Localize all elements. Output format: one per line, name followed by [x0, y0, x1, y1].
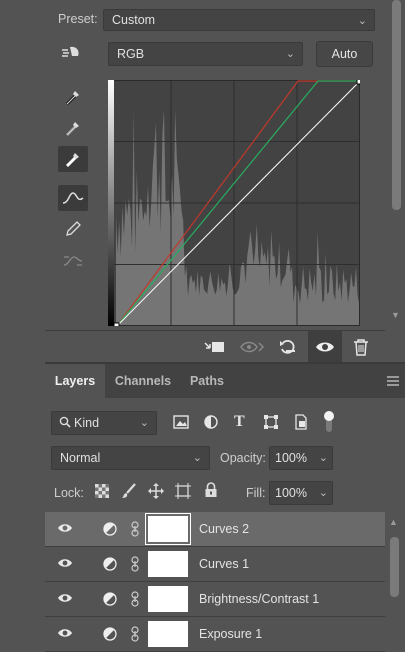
layer-row[interactable]: Exposure 1: [45, 617, 385, 652]
layer-row[interactable]: Curves 1: [45, 547, 385, 582]
layer-mask-thumbnail[interactable]: [148, 621, 188, 647]
curves-adjustment-icon: [103, 592, 117, 609]
link-icon[interactable]: [131, 626, 139, 645]
view-previous-state-icon[interactable]: [239, 336, 265, 358]
white-point-handle: [356, 80, 360, 85]
layer-name: Curves 1: [199, 557, 250, 571]
opacity-field[interactable]: 100% ⌄: [269, 446, 333, 470]
layers-panel: Layers Channels Paths Kind ⌄ T Normal ⌄ …: [45, 362, 405, 652]
fill-value: 100%: [275, 486, 307, 500]
layer-name: Curves 2: [199, 522, 250, 536]
pixel-layer-filter-icon[interactable]: [173, 415, 189, 432]
reset-icon[interactable]: [275, 336, 301, 358]
preset-value: Custom: [112, 13, 156, 27]
filter-toggle-icon[interactable]: [323, 410, 335, 437]
layer-mask-thumbnail[interactable]: [145, 513, 191, 545]
fill-label: Fill:: [246, 486, 266, 500]
channel-dropdown[interactable]: RGB ⌄: [108, 42, 303, 66]
lock-label: Lock:: [54, 486, 84, 500]
preset-label: Preset:: [58, 12, 98, 26]
filter-kind-value: Kind: [74, 416, 100, 430]
white-point-eyedropper-icon[interactable]: [58, 146, 88, 172]
opacity-value: 100%: [275, 451, 307, 465]
panel-menu-icon[interactable]: [387, 375, 399, 389]
properties-scrollbar[interactable]: ▲ ▼: [389, 0, 403, 322]
layer-list: Curves 2 Curves 1 Brightness/Contrast 1 Exp…: [45, 512, 385, 652]
blend-mode-dropdown[interactable]: Normal ⌄: [51, 446, 210, 470]
properties-footer: [45, 330, 385, 363]
layers-tab-bar: Layers Channels Paths: [45, 364, 405, 398]
curves-adjustment-icon: [103, 522, 117, 539]
pencil-icon[interactable]: [58, 216, 88, 242]
left-gutter: [0, 0, 45, 648]
chevron-down-icon[interactable]: ⌄: [319, 451, 328, 464]
link-icon[interactable]: [131, 591, 139, 610]
chevron-down-icon: ⌄: [357, 15, 367, 27]
chevron-down-icon: ⌄: [139, 417, 149, 429]
targeted-adjustment-icon[interactable]: [57, 40, 87, 66]
type-layer-filter-icon[interactable]: T: [234, 413, 245, 431]
chevron-down-icon: ⌄: [192, 452, 202, 464]
blend-mode-value: Normal: [60, 451, 101, 465]
layer-row[interactable]: Brightness/Contrast 1: [45, 582, 385, 617]
filter-kind-dropdown[interactable]: Kind ⌄: [51, 411, 157, 435]
adjustment-layer-filter-icon[interactable]: [204, 415, 218, 432]
tab-paths[interactable]: Paths: [181, 364, 233, 398]
lock-all-icon[interactable]: [204, 482, 218, 501]
preset-dropdown[interactable]: Custom ⌄: [103, 9, 375, 31]
layer-row[interactable]: Curves 2: [45, 512, 385, 547]
chevron-down-icon[interactable]: ⌄: [319, 486, 328, 499]
search-icon: [59, 416, 71, 431]
curve-edit-points-icon[interactable]: [58, 185, 88, 211]
layers-scrollbar[interactable]: ▲: [384, 505, 405, 648]
shape-layer-filter-icon[interactable]: [263, 414, 279, 433]
black-point-handle: [113, 322, 120, 326]
link-icon[interactable]: [131, 521, 139, 540]
lock-artboard-icon[interactable]: [175, 483, 191, 502]
channel-value: RGB: [117, 47, 145, 61]
lock-image-pixels-icon[interactable]: [121, 483, 137, 502]
scroll-up-icon[interactable]: ▲: [389, 517, 398, 527]
layer-mask-thumbnail[interactable]: [148, 586, 188, 612]
eye-icon[interactable]: [57, 592, 73, 607]
scroll-down-icon[interactable]: ▼: [391, 310, 400, 320]
properties-scroll-thumb[interactable]: [392, 0, 401, 210]
opacity-label: Opacity:: [220, 451, 266, 465]
link-icon[interactable]: [131, 556, 139, 575]
smooth-curve-icon: [58, 248, 88, 274]
curves-canvas[interactable]: [108, 80, 360, 326]
fill-field[interactable]: 100% ⌄: [269, 481, 333, 505]
tab-layers[interactable]: Layers: [45, 364, 105, 398]
eye-icon[interactable]: [57, 627, 73, 642]
clip-to-layer-icon[interactable]: [202, 336, 228, 358]
curves-adjustment-icon: [103, 627, 117, 644]
tab-channels[interactable]: Channels: [107, 364, 179, 398]
curves-graph[interactable]: [108, 80, 360, 326]
lock-position-icon[interactable]: [148, 483, 164, 502]
toggle-visibility-icon[interactable]: [308, 331, 342, 363]
auto-button[interactable]: Auto: [316, 41, 373, 67]
curves-adjustment-icon: [103, 557, 117, 574]
lock-transparent-pixels-icon[interactable]: [95, 484, 109, 501]
chevron-down-icon: ⌄: [285, 48, 295, 60]
layer-name: Exposure 1: [199, 627, 263, 641]
black-point-eyedropper-icon[interactable]: [58, 84, 88, 110]
smart-object-filter-icon[interactable]: [294, 414, 308, 433]
input-gradient-bar: [108, 80, 114, 326]
layers-scroll-thumb[interactable]: [390, 537, 399, 597]
eye-icon[interactable]: [57, 557, 73, 572]
eye-icon[interactable]: [57, 522, 73, 537]
layer-mask-thumbnail[interactable]: [148, 551, 188, 577]
layer-name: Brightness/Contrast 1: [199, 592, 320, 606]
gray-point-eyedropper-icon[interactable]: [58, 115, 88, 141]
trash-icon[interactable]: [348, 336, 374, 358]
